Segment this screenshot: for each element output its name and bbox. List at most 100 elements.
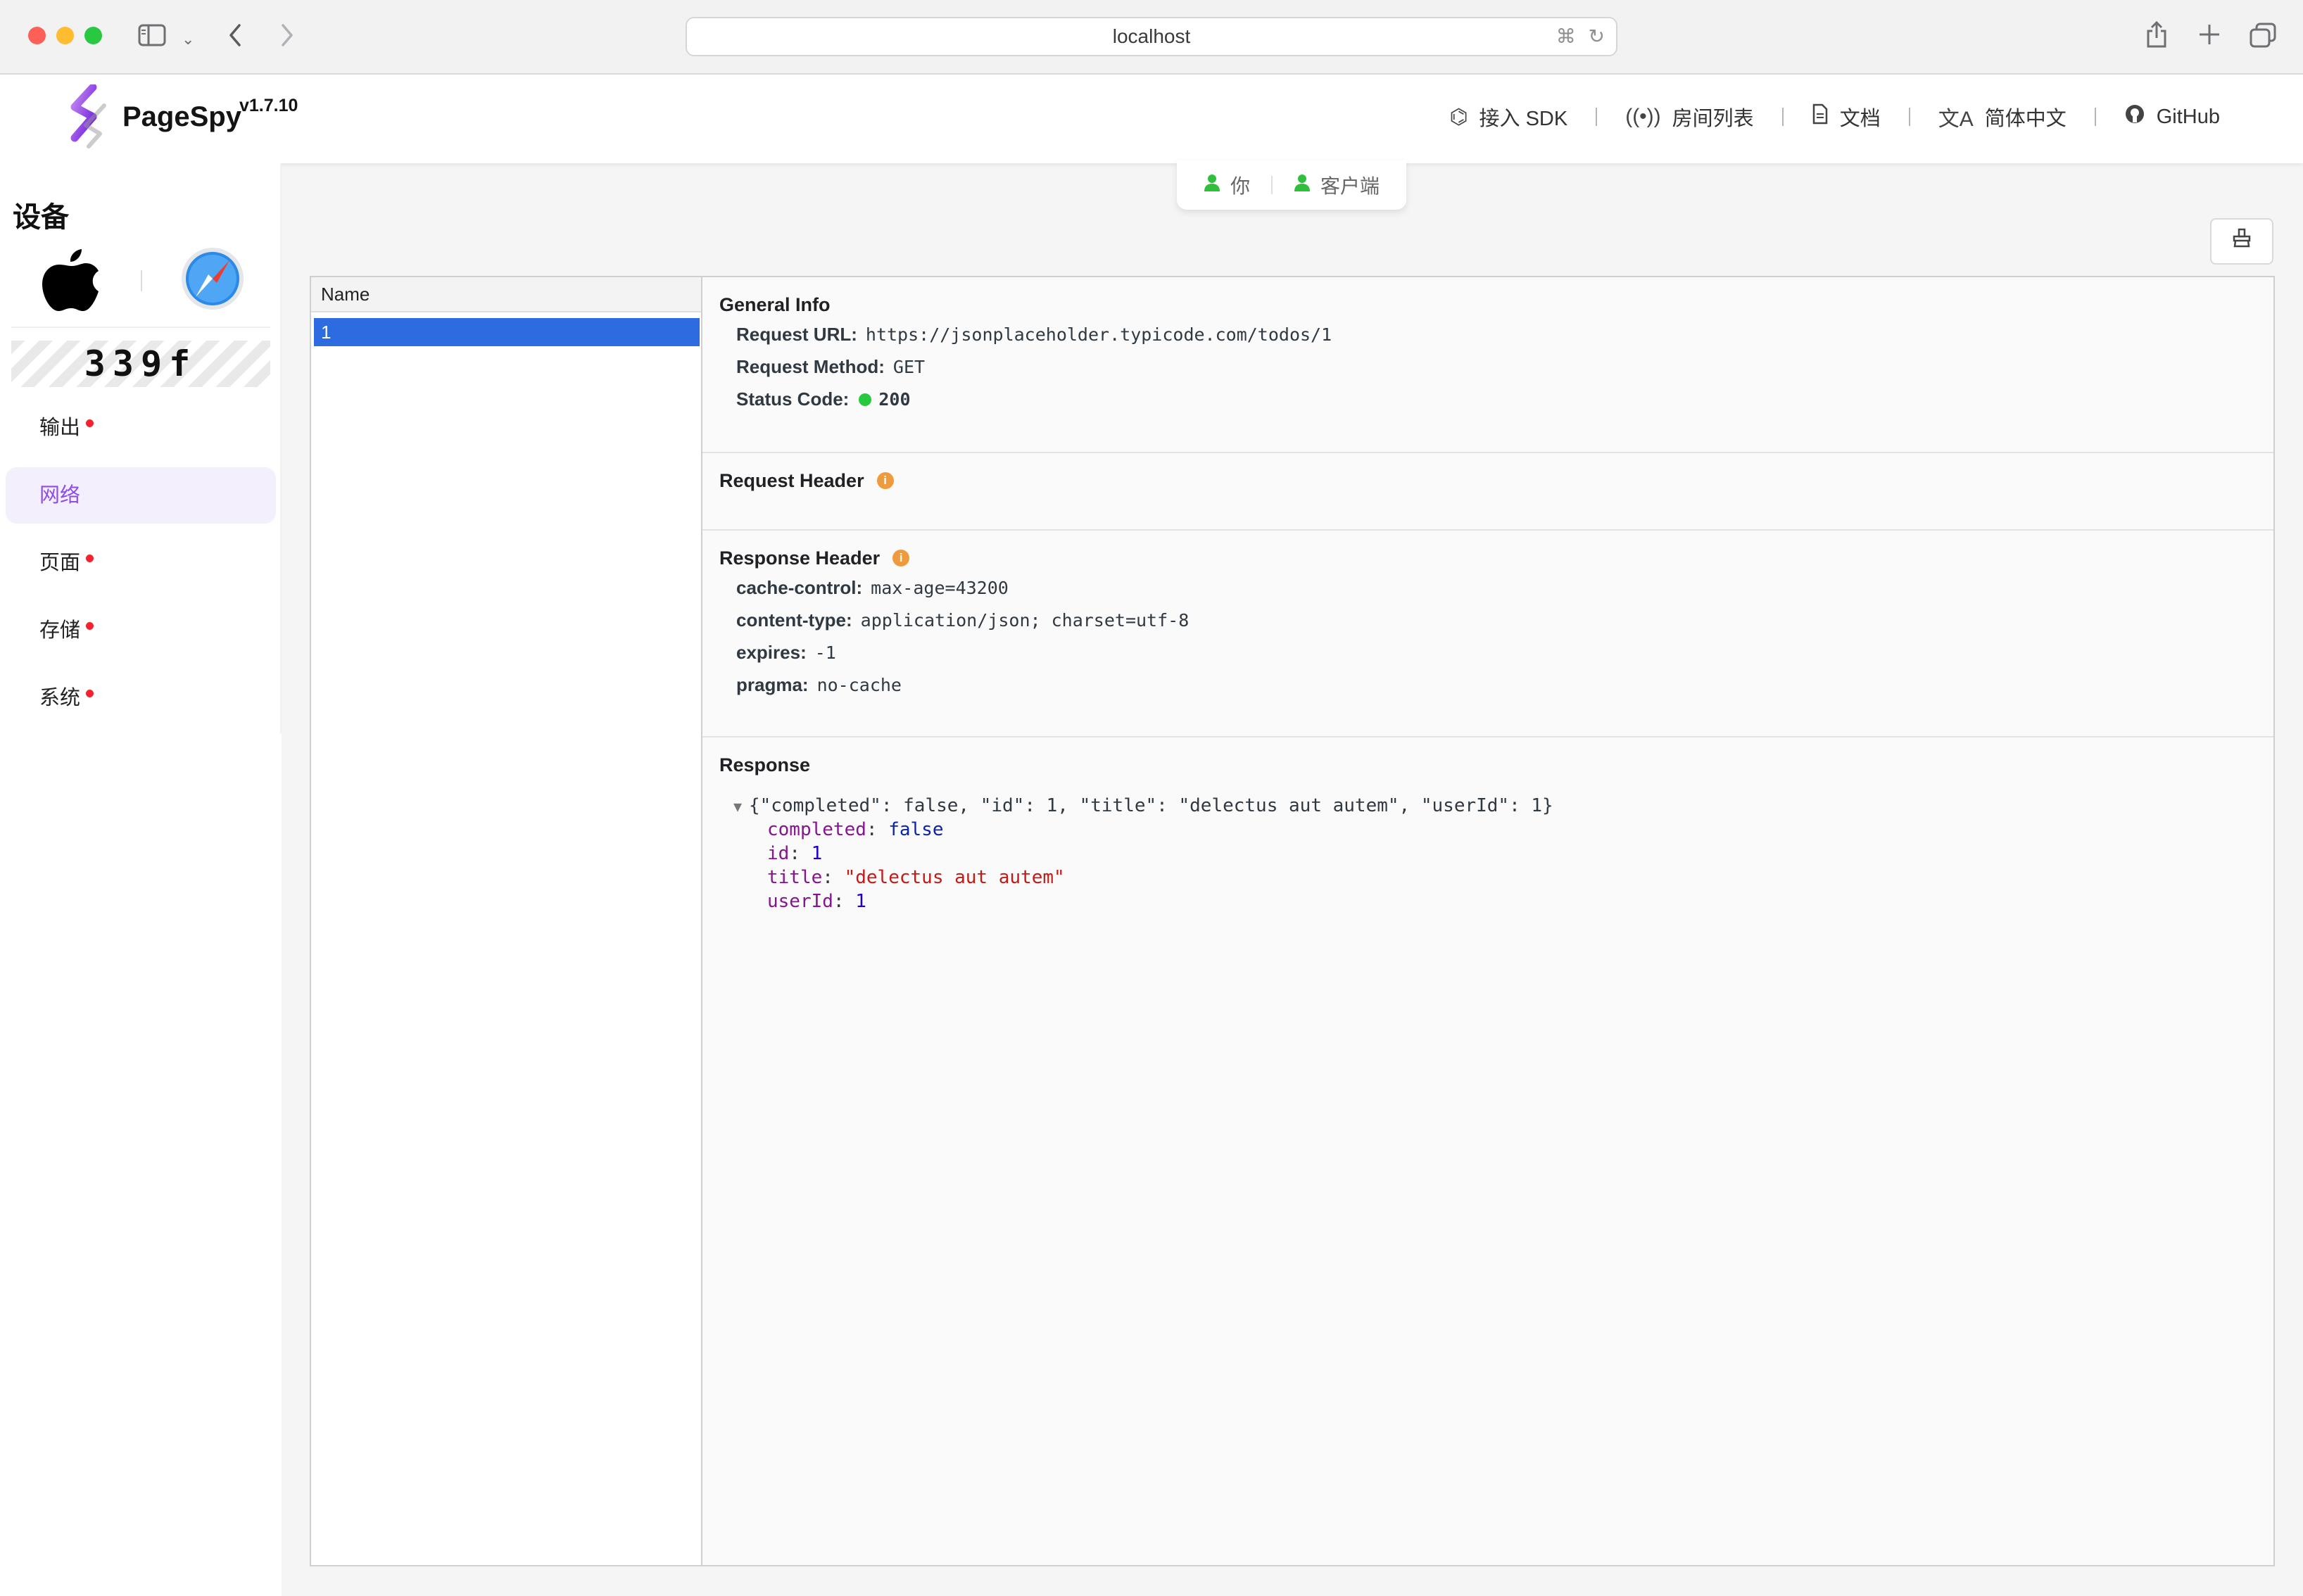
sidebar-item-system[interactable]: 系统	[6, 670, 276, 726]
json-field: title: "delectus aut autem"	[767, 867, 1065, 888]
request-list-header[interactable]: Name	[311, 277, 701, 312]
json-field: userId: 1	[767, 891, 866, 912]
clear-button[interactable]	[2210, 218, 2273, 265]
url-text: localhost	[1112, 25, 1191, 47]
nav-github[interactable]: GitHub	[2124, 103, 2220, 130]
response-header-row: cache-control: max-age=43200	[736, 571, 2257, 604]
sidebar-menu: 输出 网络 页面 存储 系统	[6, 400, 276, 737]
sidebar-item-console[interactable]: 输出	[6, 400, 276, 456]
device-divider	[141, 270, 142, 291]
user-icon	[1204, 174, 1220, 197]
header-key: cache-control:	[736, 577, 863, 598]
safari-icon	[180, 246, 245, 311]
response-header-row: expires: -1	[736, 636, 2257, 669]
sidebar-item-network[interactable]: 网络	[6, 467, 276, 524]
sidebar: 设备 339f 输出 网络 页面 存储 系统	[0, 163, 282, 1596]
request-header-section: Request Header i	[702, 453, 2273, 531]
unread-dot	[86, 622, 94, 630]
new-tab-icon[interactable]	[2197, 23, 2221, 51]
address-bar[interactable]: localhost ⌘ ↻	[686, 17, 1617, 56]
header-value: -1	[814, 642, 836, 663]
sidebar-item-label: 网络	[39, 484, 81, 507]
connection-you[interactable]: 你	[1204, 171, 1250, 199]
status-ok-icon	[859, 393, 872, 406]
clear-icon	[2232, 228, 2252, 252]
connection-client[interactable]: 客户端	[1294, 171, 1380, 199]
json-field: id: 1	[767, 843, 823, 864]
sidebar-item-storage[interactable]: 存储	[6, 602, 276, 659]
sidebar-toggle-icon[interactable]	[138, 23, 166, 52]
response-json-tree: ▼ {"completed": false, "id": 1, "title": …	[719, 794, 2257, 913]
apple-icon	[41, 246, 101, 315]
json-value: 1	[855, 891, 866, 912]
sidebar-item-label: 输出	[39, 417, 81, 439]
document-icon	[1812, 103, 1829, 130]
forward-icon[interactable]	[279, 21, 296, 53]
request-url-value: https://jsonplaceholder.typicode.com/tod…	[865, 324, 1332, 345]
translate-icon[interactable]: ⌘	[1556, 25, 1576, 47]
request-header-title-text: Request Header	[719, 469, 864, 491]
json-summary: {"completed": false, "id": 1, "title": "…	[749, 795, 1553, 816]
json-key: title	[767, 867, 823, 888]
general-info-title: General Info	[719, 293, 831, 315]
connection-status: 你 客户端	[1177, 160, 1406, 210]
header-value: max-age=43200	[871, 578, 1009, 598]
tabs-overview-icon[interactable]	[2250, 23, 2276, 52]
back-icon[interactable]	[227, 21, 244, 53]
request-detail: General Info Request URL: https://jsonpla…	[702, 277, 2273, 1565]
share-icon[interactable]	[2145, 20, 2168, 53]
close-window-button[interactable]	[28, 27, 46, 44]
nav-docs-label: 文档	[1839, 108, 1881, 130]
request-row[interactable]: 1	[314, 318, 700, 346]
connection-you-label: 你	[1230, 175, 1250, 197]
response-section: Response ▼ {"completed": false, "id": 1, …	[702, 737, 2273, 930]
nav-language[interactable]: 文A 简体中文	[1938, 101, 2067, 132]
status-code-label: Status Code:	[736, 388, 850, 410]
sidebar-item-label: 存储	[39, 619, 81, 642]
json-field: completed: false	[767, 819, 944, 840]
nav-language-label: 简体中文	[1984, 108, 2067, 130]
minimize-window-button[interactable]	[56, 27, 74, 44]
network-panel: Name 1 General Info Request URL: https://…	[310, 276, 2275, 1566]
header-key: pragma:	[736, 674, 809, 695]
browser-toolbar: ⌄ localhost ⌘ ↻	[0, 0, 2303, 75]
header-key: content-type:	[736, 609, 852, 631]
nav-room-list-label: 房间列表	[1672, 108, 1754, 130]
json-root-row[interactable]: ▼ {"completed": false, "id": 1, "title": …	[719, 794, 2257, 818]
response-header-row: pragma: no-cache	[736, 669, 2257, 701]
request-list: Name 1	[311, 277, 702, 1565]
request-url-label: Request URL:	[736, 324, 857, 345]
zoom-window-button[interactable]	[84, 27, 102, 44]
nav-divider	[1908, 108, 1910, 126]
request-header-title: Request Header i	[719, 467, 2257, 494]
brand-name[interactable]: PageSpy	[122, 101, 241, 133]
top-nav: ⌬ 接入 SDK ((•)) 房间列表 文档 文A 简体中文 GitHub	[1449, 101, 2220, 132]
json-key: id	[767, 843, 790, 864]
expand-caret-icon[interactable]: ▼	[733, 794, 749, 818]
nav-divider	[2094, 108, 2096, 126]
general-info-section: General Info Request URL: https://jsonpla…	[702, 277, 2273, 453]
github-icon	[2124, 103, 2145, 130]
device-id: 339f	[11, 341, 270, 387]
response-header-section: Response Header i cache-control: max-age=…	[702, 531, 2273, 737]
request-method-value: GET	[892, 357, 926, 377]
unread-dot	[86, 690, 94, 697]
reload-icon[interactable]: ↻	[1589, 25, 1605, 47]
header-value: application/json; charset=utf-8	[860, 610, 1190, 631]
nav-docs[interactable]: 文档	[1812, 102, 1881, 132]
response-title: Response	[719, 754, 811, 775]
nav-room-list[interactable]: ((•)) 房间列表	[1625, 102, 1753, 132]
info-icon[interactable]: i	[892, 550, 910, 566]
broadcast-icon: ((•))	[1625, 105, 1661, 128]
info-icon[interactable]: i	[876, 472, 894, 489]
nav-github-label: GitHub	[2156, 105, 2220, 128]
response-header-title-text: Response Header	[719, 547, 881, 569]
chevron-down-icon[interactable]: ⌄	[182, 27, 194, 52]
status-code-value: 200	[878, 389, 911, 410]
sidebar-item-page[interactable]: 页面	[6, 535, 276, 591]
request-method-label: Request Method:	[736, 356, 885, 377]
pagespy-logo-icon[interactable]	[65, 83, 114, 149]
nav-sdk[interactable]: ⌬ 接入 SDK	[1449, 102, 1567, 132]
header-value: no-cache	[816, 675, 902, 695]
translate-icon: 文A	[1938, 108, 1974, 131]
